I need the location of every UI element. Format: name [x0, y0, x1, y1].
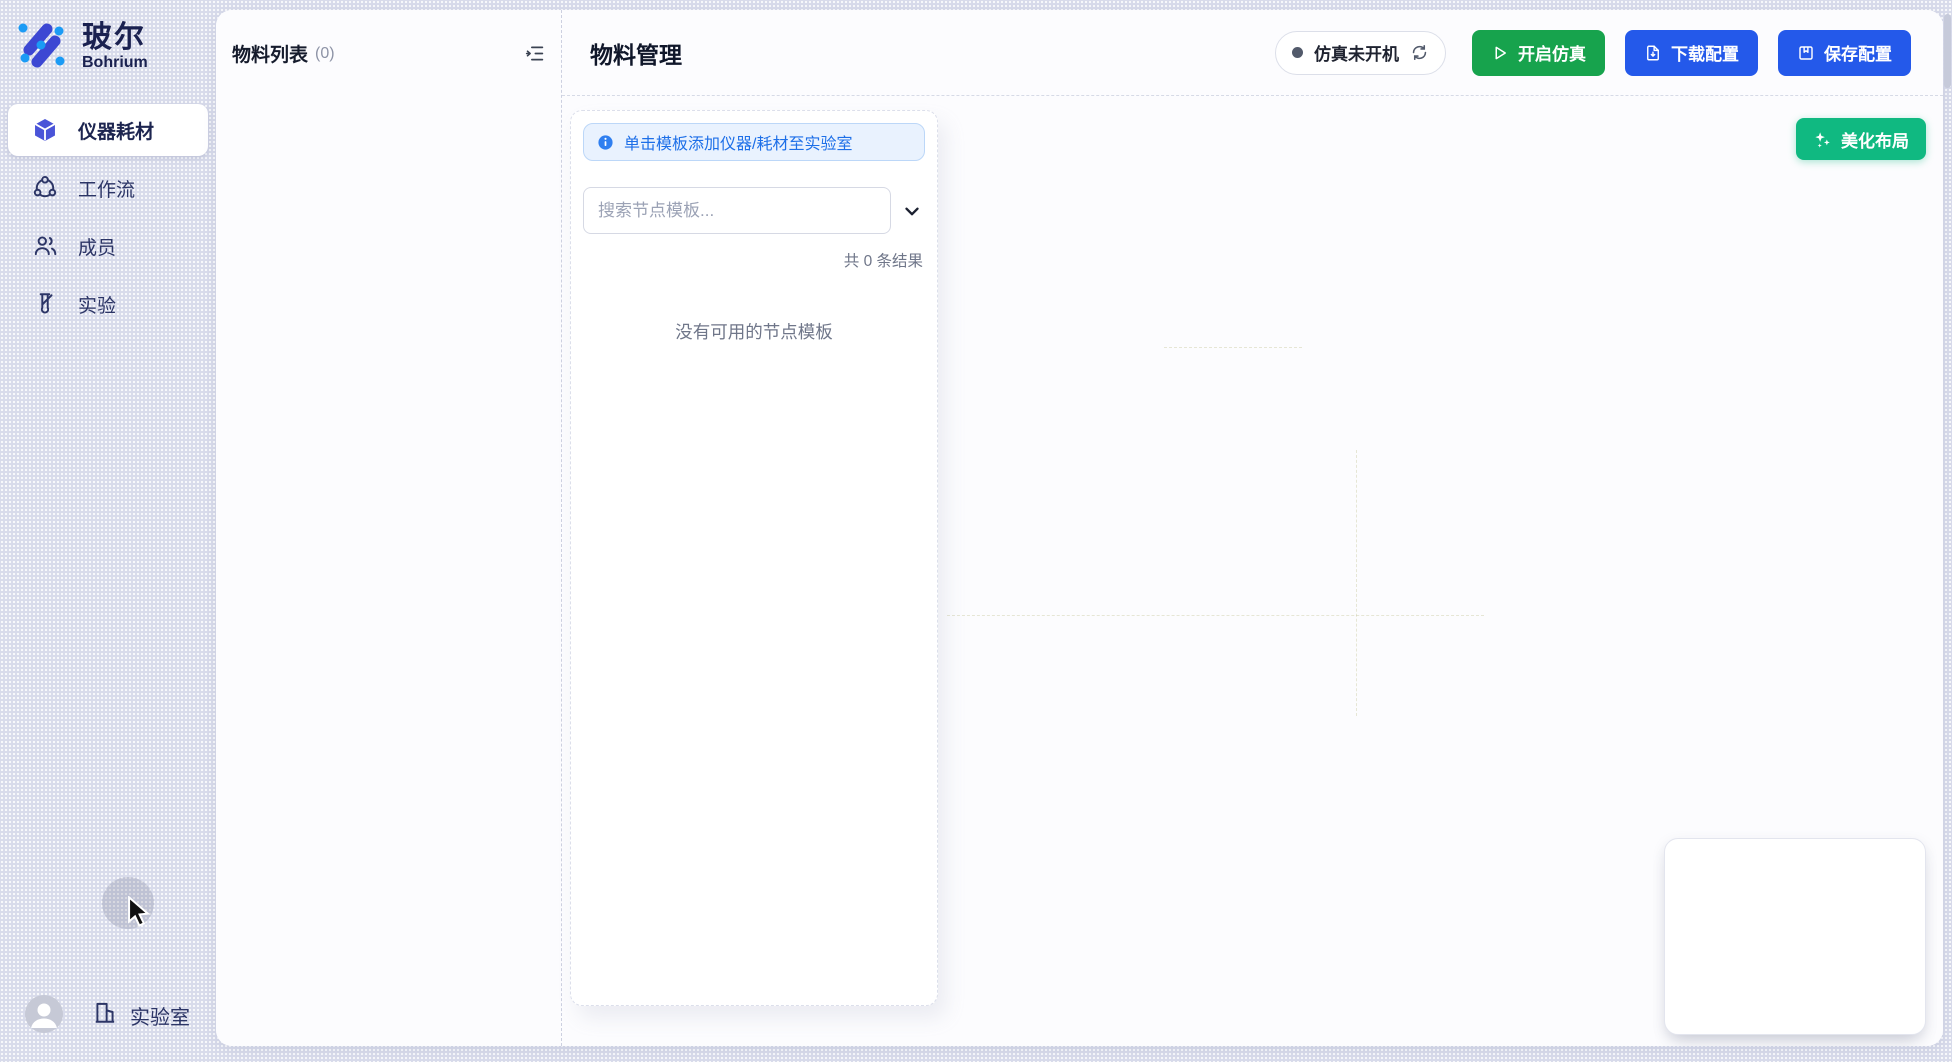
start-simulation-label: 开启仿真: [1518, 40, 1586, 65]
lab-label: 实验室: [130, 1001, 190, 1030]
brand-name-en: Bohrium: [82, 54, 148, 72]
members-icon: [32, 233, 58, 259]
sidebar: 玻尔 Bohrium 仪器耗材: [0, 0, 216, 1062]
main-content: 物料列表 (0) 物料管理 仿真未开机: [216, 10, 1943, 1046]
workspace: 物料管理 仿真未开机: [562, 10, 1943, 1046]
brand-name-zh: 玻尔: [82, 22, 148, 54]
experiment-icon: [32, 291, 58, 317]
bohrium-logo-icon: [14, 16, 70, 77]
search-row: [583, 187, 925, 234]
sidebar-item-label: 实验: [78, 291, 116, 318]
beautify-layout-label: 美化布局: [1841, 127, 1909, 152]
search-input[interactable]: [583, 187, 891, 234]
building-icon: [92, 999, 118, 1031]
user-avatar[interactable]: [25, 995, 63, 1033]
brand: 玻尔 Bohrium: [0, 0, 216, 77]
play-icon: [1491, 44, 1509, 62]
cube-icon: [32, 117, 58, 143]
sidebar-item-members[interactable]: 成员: [8, 220, 208, 272]
save-config-button[interactable]: 保存配置: [1778, 30, 1911, 76]
beautify-layout-button[interactable]: 美化布局: [1796, 118, 1926, 160]
save-icon: [1797, 44, 1815, 62]
app-window: 玻尔 Bohrium 仪器耗材: [0, 0, 1952, 1062]
sidebar-item-label: 成员: [78, 233, 116, 260]
canvas-guide-line: [947, 615, 1484, 616]
info-icon: [597, 134, 614, 151]
workspace-header: 物料管理 仿真未开机: [562, 10, 1943, 96]
page-title: 物料管理: [590, 36, 682, 70]
materials-list-header: 物料列表 (0): [216, 10, 561, 67]
minimap[interactable]: [1664, 838, 1926, 1035]
refresh-icon[interactable]: [1410, 43, 1429, 62]
sidebar-item-experiments[interactable]: 实验: [8, 278, 208, 330]
canvas-guide-line: [1164, 347, 1302, 348]
hint-banner: 单击模板添加仪器/耗材至实验室: [583, 123, 925, 161]
materials-list-count: (0): [315, 45, 335, 63]
materials-list-title: 物料列表: [232, 40, 308, 67]
status-label: 仿真未开机: [1314, 40, 1399, 65]
start-simulation-button[interactable]: 开启仿真: [1472, 30, 1605, 76]
sidebar-item-workflow[interactable]: 工作流: [8, 162, 208, 214]
results-count: 共 0 条结果: [583, 249, 925, 271]
status-dot-icon: [1292, 47, 1303, 58]
save-config-label: 保存配置: [1824, 40, 1892, 65]
sidebar-item-instruments[interactable]: 仪器耗材: [8, 104, 208, 156]
canvas-guide-line: [1356, 450, 1357, 716]
collapse-panel-icon[interactable]: [524, 43, 545, 64]
workflow-icon: [32, 175, 58, 201]
node-template-panel: 单击模板添加仪器/耗材至实验室 共 0 条结果 没有可用的节点模板: [570, 110, 938, 1006]
sidebar-item-lab[interactable]: 实验室: [92, 999, 190, 1031]
header-actions: 仿真未开机: [1275, 30, 1911, 76]
simulation-status-pill: 仿真未开机: [1275, 31, 1446, 75]
download-icon: [1644, 44, 1662, 62]
empty-templates-message: 没有可用的节点模板: [583, 319, 925, 344]
sparkles-icon: [1813, 130, 1832, 149]
scrollbar-thumb[interactable]: [1944, 14, 1951, 88]
layout-canvas[interactable]: 单击模板添加仪器/耗材至实验室 共 0 条结果 没有可用的节点模板: [562, 96, 1943, 1046]
sidebar-nav: 仪器耗材 工作流: [8, 104, 208, 330]
mouse-cursor-icon: [124, 896, 154, 935]
sidebar-item-label: 仪器耗材: [78, 117, 154, 144]
download-config-label: 下载配置: [1671, 40, 1739, 65]
hint-banner-text: 单击模板添加仪器/耗材至实验室: [624, 130, 852, 154]
materials-list-panel: 物料列表 (0): [216, 10, 562, 1046]
chevron-down-icon[interactable]: [901, 200, 925, 222]
download-config-button[interactable]: 下载配置: [1625, 30, 1758, 76]
sidebar-item-label: 工作流: [78, 175, 135, 202]
